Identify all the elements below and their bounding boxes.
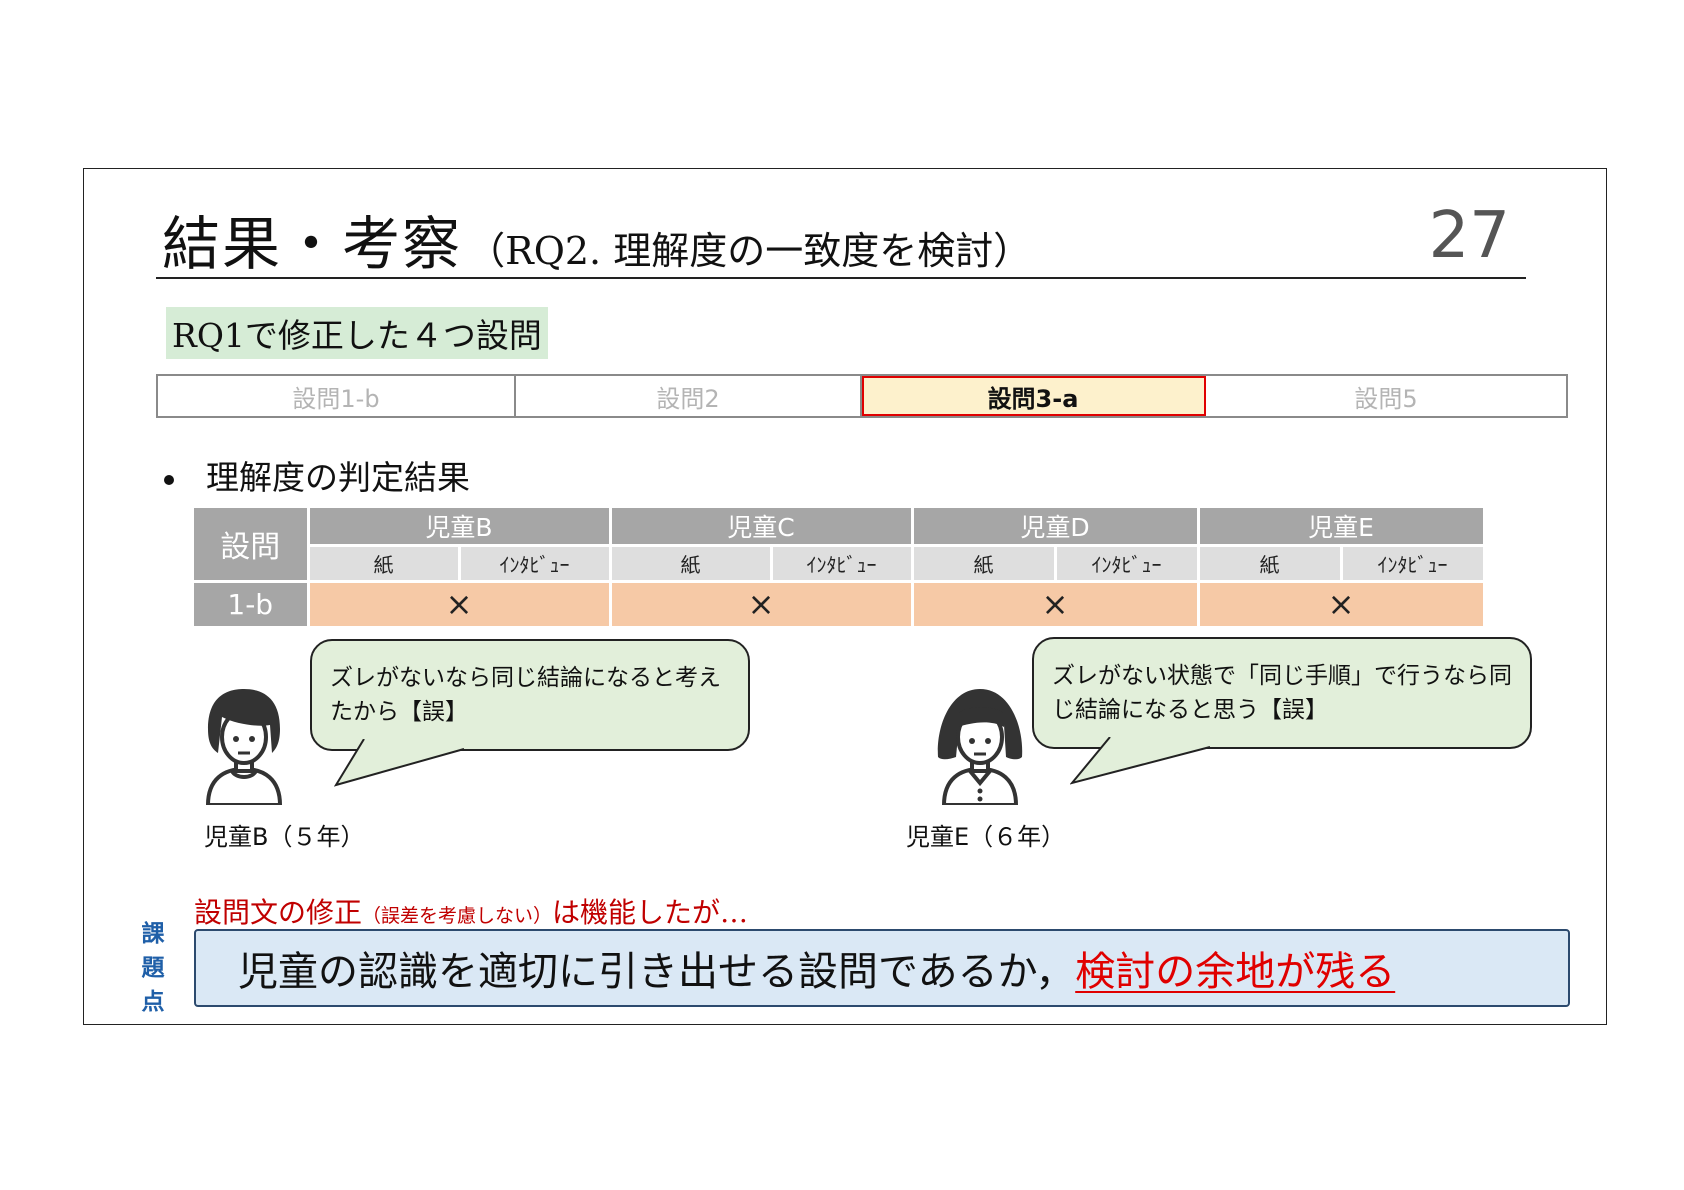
result-cell-child-c: × — [610, 580, 914, 626]
student-e-speech-bubble: ズレがない状態で「同じ手順」で行うなら同じ結論になると思う【誤】 — [1032, 637, 1532, 749]
student-b-caption: 児童B（５年） — [204, 823, 365, 851]
conclusion-highlight: 検討の余地が残る — [1075, 949, 1396, 995]
speech-tail-icon — [1070, 737, 1211, 785]
result-cell-child-d: × — [912, 580, 1200, 626]
tab-question-5[interactable]: 設問5 — [1206, 376, 1566, 416]
tab-question-2[interactable]: 設問2 — [516, 376, 862, 416]
title-sub: （RQ2. 理解度の一致度を検討） — [467, 229, 1032, 273]
student-e-caption: 児童E（６年） — [906, 823, 1066, 851]
tab-question-1b[interactable]: 設問1-b — [158, 376, 516, 416]
student-boy-icon — [205, 689, 283, 805]
tab-question-3a[interactable]: 設問3-a — [862, 376, 1206, 416]
issue-text-a: 設問文の修正 — [194, 896, 363, 929]
table-subheader-interview: ｲﾝﾀﾋﾞｭｰ — [771, 545, 914, 582]
student-girl-icon — [937, 689, 1023, 805]
bullet-item: 理解度の判定結果 — [164, 451, 470, 499]
table-subheader-interview: ｲﾝﾀﾋﾞｭｰ — [1341, 545, 1486, 582]
title-divider — [156, 277, 1526, 279]
table-header-child-d: 児童D — [912, 508, 1200, 547]
table-subheader-paper: 紙 — [1198, 545, 1343, 582]
issue-text-b: は機能したが… — [552, 896, 749, 929]
speech-tail-icon — [334, 739, 465, 787]
result-cell-child-b: × — [308, 580, 612, 626]
subheading: RQ1で修正した４つ設問 — [166, 307, 548, 359]
table-header-child-e: 児童E — [1198, 508, 1486, 547]
result-table: 設問 児童B 児童C 児童D 児童E 紙 ｲﾝﾀﾋﾞｭｰ 紙 ｲﾝﾀﾋﾞｭｰ 紙… — [194, 508, 1486, 626]
issue-side-label: 課題点 — [141, 921, 165, 1015]
result-cell-child-e: × — [1198, 580, 1486, 626]
issue-statement: 設問文の修正（誤差を考慮しない）は機能したが… — [194, 891, 748, 931]
table-row-label: 1-b — [194, 580, 310, 626]
bullet-dot-icon — [164, 475, 174, 485]
table-header-child-b: 児童B — [308, 508, 612, 547]
page-number: 27 — [1428, 199, 1510, 273]
table-header-child-c: 児童C — [610, 508, 914, 547]
table-header-question: 設問 — [194, 508, 310, 582]
table-subheader-interview: ｲﾝﾀﾋﾞｭｰ — [459, 545, 612, 582]
student-b-speech-bubble: ズレがないなら同じ結論になると考えたから【誤】 — [310, 639, 750, 751]
table-subheader-paper: 紙 — [610, 545, 773, 582]
bullet-text: 理解度の判定結果 — [206, 458, 470, 497]
title-main: 結果・考察 — [162, 210, 463, 278]
slide-title: 結果・考察 （RQ2. 理解度の一致度を検討） — [162, 197, 1031, 281]
table-subheader-paper: 紙 — [912, 545, 1057, 582]
slide: 結果・考察 （RQ2. 理解度の一致度を検討） 27 RQ1で修正した４つ設問 … — [83, 168, 1607, 1025]
conclusion-box: 児童の認識を適切に引き出せる設問であるか，検討の余地が残る — [194, 929, 1570, 1007]
table-subheader-paper: 紙 — [308, 545, 461, 582]
conclusion-text: 児童の認識を適切に引き出せる設問であるか， — [238, 949, 1076, 995]
table-subheader-interview: ｲﾝﾀﾋﾞｭｰ — [1055, 545, 1200, 582]
issue-text-small: （誤差を考慮しない） — [362, 905, 553, 927]
question-tabs: 設問1-b 設問2 設問3-a 設問5 — [156, 374, 1568, 418]
